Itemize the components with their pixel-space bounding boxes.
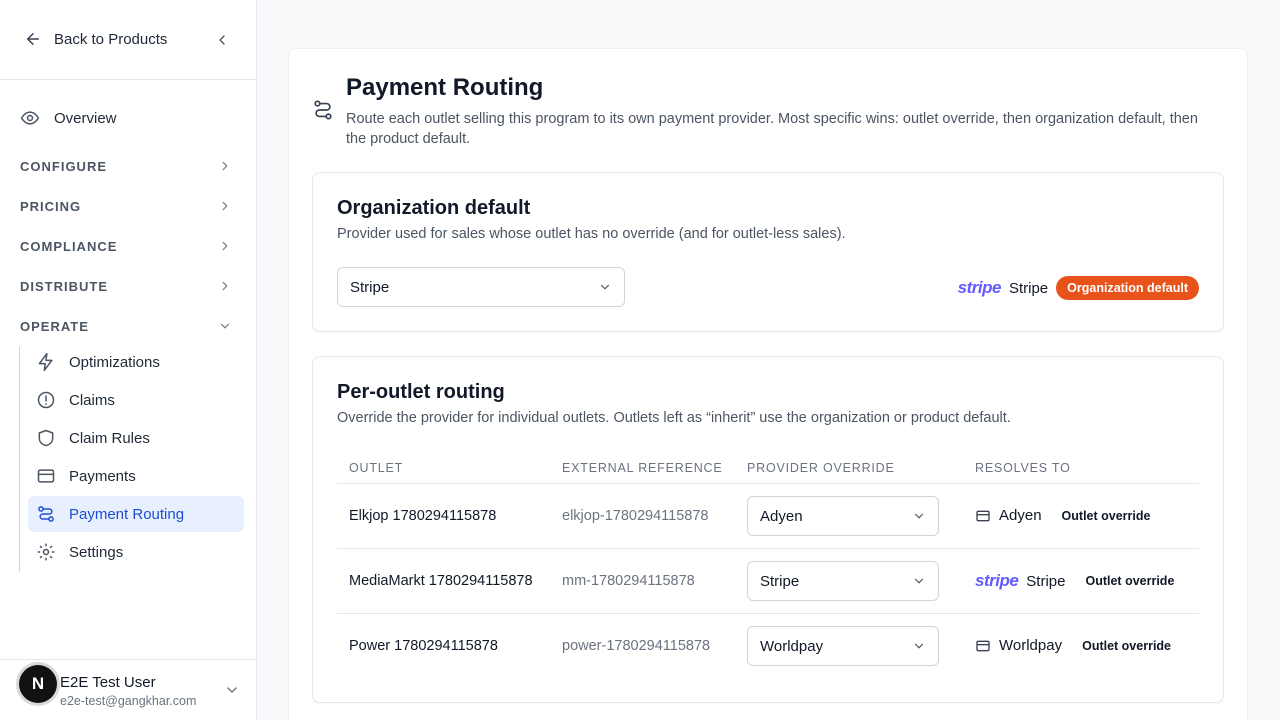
chevron-right-icon — [222, 241, 228, 251]
outlet-name: Power 1780294115878 — [349, 638, 498, 654]
column-header-resolves-to: RESOLVES TO — [975, 461, 1071, 475]
org-default-provider-select[interactable]: Stripe — [337, 267, 625, 307]
select-value: Stripe — [760, 572, 800, 590]
sidebar-item-payment-routing[interactable]: Payment Routing — [28, 496, 244, 532]
overview-label: Overview — [54, 109, 117, 127]
select-value: Adyen — [760, 507, 803, 525]
per-outlet-description: Override the provider for individual out… — [337, 410, 1011, 426]
external-reference: power-1780294115878 — [562, 638, 711, 654]
section-label: DISTRIBUTE — [20, 278, 108, 294]
sidebar-item-label: Claims — [69, 391, 115, 409]
org-default-card: Organization default Provider used for s… — [312, 172, 1224, 332]
section-label: COMPLIANCE — [20, 238, 118, 254]
chevron-down-icon — [914, 513, 924, 519]
chevron-down-icon[interactable] — [224, 682, 240, 698]
sidebar-section-configure[interactable]: CONFIGURE — [20, 156, 232, 176]
back-row: Back to Products — [0, 0, 256, 80]
eye-icon — [20, 111, 40, 125]
credit-card-icon — [976, 640, 990, 651]
resolved-provider: Stripe — [1008, 279, 1049, 297]
resolved-provider: Worldpay — [999, 637, 1063, 654]
alert-circle-icon — [37, 391, 55, 409]
select-value: Stripe — [350, 278, 390, 296]
resolved-provider: Adyen — [999, 507, 1042, 524]
user-menu[interactable]: N E2E Test User e2e-test@gangkhar.com — [0, 659, 256, 720]
stripe-logo: stripe — [975, 571, 1019, 590]
route-icon — [314, 100, 332, 120]
page-description: Route each outlet selling this program t… — [346, 111, 1198, 147]
section-label: PRICING — [20, 198, 82, 214]
outlet-name: Elkjop 1780294115878 — [349, 508, 497, 524]
page-title: Payment Routing — [346, 74, 544, 101]
credit-card-icon — [37, 469, 55, 483]
sidebar: Back to Products Overview CONFIGURE PRIC… — [0, 0, 257, 720]
chevron-right-icon — [222, 201, 228, 211]
shield-icon — [38, 429, 54, 447]
column-header-external-reference: EXTERNAL REFERENCE — [562, 461, 723, 475]
chevron-right-icon — [222, 161, 228, 171]
sidebar-item-label: Settings — [69, 543, 124, 561]
chevron-down-icon — [220, 323, 230, 329]
per-outlet-title: Per-outlet routing — [337, 381, 505, 403]
sidebar-section-distribute[interactable]: DISTRIBUTE — [20, 276, 232, 296]
chevron-down-icon — [914, 578, 924, 584]
operate-subnav: Optimizations Claims Claim Rules Payment… — [19, 346, 245, 572]
org-default-description: Provider used for sales whose outlet has… — [337, 226, 846, 242]
sidebar-item-label: Payment Routing — [69, 505, 185, 523]
stripe-logo: stripe — [957, 278, 1002, 297]
select-value: Worldpay — [760, 637, 824, 655]
sidebar-section-compliance[interactable]: COMPLIANCE — [20, 236, 232, 256]
per-outlet-card: Per-outlet routing Override the provider… — [312, 356, 1224, 703]
resolved-provider-cell: stripe Stripe Outlet override — [975, 571, 1174, 591]
sidebar-item-label: Optimizations — [69, 353, 160, 371]
outlet-name: MediaMarkt 1780294115878 — [349, 573, 533, 589]
sidebar-item-claims[interactable]: Claims — [28, 382, 244, 418]
user-name: E2E Test User — [60, 674, 156, 691]
chevron-down-icon — [914, 643, 924, 649]
sidebar-item-label: Payments — [69, 467, 136, 485]
org-default-resolved: stripe Stripe Organization default — [958, 276, 1199, 300]
sidebar-item-claim-rules[interactable]: Claim Rules — [28, 420, 244, 456]
sidebar-section-pricing[interactable]: PRICING — [20, 196, 232, 216]
column-header-outlet: OUTLET — [349, 461, 404, 475]
sidebar-item-payments[interactable]: Payments — [28, 458, 244, 494]
back-to-products-link[interactable]: Back to Products — [24, 30, 167, 48]
avatar: N — [19, 665, 57, 703]
collapse-sidebar-button[interactable] — [212, 30, 232, 50]
column-header-provider-override: PROVIDER OVERRIDE — [747, 461, 895, 475]
bolt-icon — [38, 352, 53, 372]
sidebar-item-settings[interactable]: Settings — [28, 534, 244, 570]
external-reference: elkjop-1780294115878 — [562, 508, 709, 524]
provider-override-select[interactable]: Stripe — [747, 561, 939, 601]
resolved-provider-cell: Worldpay Outlet override — [975, 637, 1171, 654]
sidebar-item-optimizations[interactable]: Optimizations — [28, 344, 244, 380]
back-label: Back to Products — [54, 30, 168, 48]
divider — [337, 548, 1199, 549]
credit-card-icon — [976, 510, 990, 521]
sidebar-item-overview[interactable]: Overview — [20, 108, 117, 128]
divider — [337, 613, 1199, 614]
chevron-down-icon — [600, 284, 610, 290]
org-default-title: Organization default — [337, 197, 531, 219]
divider — [337, 483, 1199, 484]
source-label: Outlet override — [1085, 574, 1175, 588]
section-label: CONFIGURE — [20, 158, 107, 174]
chevron-right-icon — [222, 281, 228, 291]
section-label: OPERATE — [20, 318, 89, 334]
arrow-left-icon — [27, 33, 39, 45]
provider-override-select[interactable]: Adyen — [747, 496, 939, 536]
status-badge: Organization default — [1056, 276, 1199, 300]
source-label: Outlet override — [1082, 638, 1172, 653]
user-email: e2e-test@gangkhar.com — [60, 694, 197, 708]
external-reference: mm-1780294115878 — [562, 573, 695, 589]
source-label: Outlet override — [1061, 508, 1151, 523]
route-icon — [38, 506, 54, 522]
resolved-provider: Stripe — [1026, 572, 1066, 590]
gear-icon — [37, 543, 55, 561]
provider-override-select[interactable]: Worldpay — [747, 626, 939, 666]
resolved-provider-cell: Adyen Outlet override — [975, 507, 1150, 524]
sidebar-section-operate[interactable]: OPERATE — [20, 316, 232, 336]
chevron-left-icon — [219, 35, 225, 45]
sidebar-item-label: Claim Rules — [69, 429, 150, 447]
